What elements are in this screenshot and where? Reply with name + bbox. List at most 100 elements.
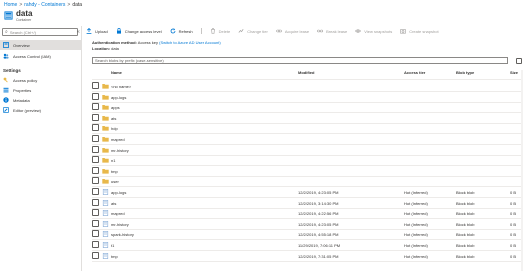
sidebar-item-metadata[interactable]: Metadata bbox=[0, 95, 81, 105]
column-modified[interactable]: Modified bbox=[298, 70, 314, 75]
view-snapshots-button[interactable]: View snapshots bbox=[355, 28, 392, 34]
create-snapshot-button[interactable]: Create snapshot bbox=[400, 28, 439, 34]
acquire-lease-button[interactable]: Acquire lease bbox=[276, 28, 309, 34]
cell-name[interactable]: spark-history bbox=[111, 232, 134, 237]
cell-name[interactable]: apps bbox=[111, 105, 120, 110]
change-tier-label: Change tier bbox=[247, 28, 268, 34]
row-checkbox[interactable] bbox=[92, 188, 99, 195]
row-checkbox[interactable] bbox=[92, 166, 99, 174]
sidebar-item-access-policy[interactable]: Access policy bbox=[0, 75, 81, 85]
table-row[interactable]: mr-history bbox=[92, 145, 523, 155]
row-checkbox[interactable] bbox=[92, 113, 99, 121]
row-checkbox[interactable] bbox=[92, 82, 99, 89]
table-row[interactable]: apps bbox=[92, 102, 523, 112]
file-icon bbox=[102, 242, 109, 248]
acquire-lease-label: Acquire lease bbox=[284, 28, 310, 34]
break-lease-button[interactable]: Break lease bbox=[317, 28, 347, 34]
breadcrumb-home[interactable]: Home bbox=[4, 2, 17, 8]
upload-icon bbox=[86, 28, 92, 34]
cell-modified: 12/2/2019, 4:55:18 PM bbox=[298, 232, 339, 238]
cell-name[interactable]: tmp bbox=[111, 169, 118, 174]
table-row[interactable]: user bbox=[92, 176, 523, 186]
cell-name[interactable]: tmp bbox=[111, 254, 118, 259]
breadcrumb: Home > rahdy - Containers > data bbox=[4, 1, 82, 9]
row-checkbox[interactable] bbox=[92, 103, 99, 111]
blob-search-input[interactable]: Search blobs by prefix (case-sensitive) bbox=[92, 57, 508, 64]
table-row[interactable]: app-logs bbox=[92, 92, 523, 102]
row-checkbox[interactable] bbox=[92, 251, 99, 259]
show-deleted-checkbox[interactable] bbox=[516, 58, 522, 64]
change-tier-button[interactable]: Change tier bbox=[238, 28, 268, 34]
table-row[interactable]: t1 11/29/2019, 7:06:11 PM Hot (Inferred) Bl… bbox=[92, 240, 523, 250]
table-row[interactable]: tmp bbox=[92, 166, 523, 176]
info-icon bbox=[3, 97, 9, 103]
row-checkbox[interactable] bbox=[92, 177, 99, 185]
breadcrumb-separator: > bbox=[67, 2, 71, 8]
sidebar-item-label: Metadata bbox=[13, 97, 30, 103]
column-access-tier[interactable]: Access tier bbox=[404, 70, 425, 75]
cell-name[interactable]: mr-history bbox=[111, 148, 129, 153]
table-row[interactable]: mapred bbox=[92, 134, 523, 144]
row-checkbox[interactable] bbox=[92, 92, 99, 100]
cell-name[interactable]: ats bbox=[111, 201, 116, 206]
cell-access-tier: Hot (Inferred) bbox=[404, 243, 428, 248]
cell-name[interactable]: user bbox=[111, 179, 119, 184]
cell-access-tier: Hot (Inferred) bbox=[404, 200, 428, 206]
table-row[interactable]: tmp 12/2/2019, 7:31:05 PM Hot (Inferred) Bl… bbox=[92, 251, 523, 261]
cell-name[interactable]: ats bbox=[111, 116, 116, 121]
row-checkbox[interactable] bbox=[92, 230, 99, 238]
refresh-icon bbox=[170, 28, 176, 34]
table-row[interactable]: spark-history 12/2/2019, 4:55:18 PM Hot (I… bbox=[92, 229, 523, 239]
create-snapshot-label: Create snapshot bbox=[409, 28, 439, 34]
row-checkbox[interactable] bbox=[92, 209, 99, 217]
cell-name[interactable]: hdp bbox=[111, 126, 118, 131]
cell-name[interactable]: t1 bbox=[111, 243, 114, 248]
cell-name[interactable]: n1 bbox=[111, 158, 115, 163]
sidebar-item-properties[interactable]: Properties bbox=[0, 85, 81, 95]
row-checkbox[interactable] bbox=[92, 145, 99, 153]
location-label: Location: bbox=[92, 46, 110, 51]
cell-modified: 12/2/2019, 3:14:30 PM bbox=[298, 200, 339, 206]
table-row[interactable]: ats bbox=[92, 113, 523, 123]
delete-button[interactable]: Delete bbox=[210, 28, 230, 34]
sidebar-item-access-control[interactable]: Access Control (IAM) bbox=[0, 51, 81, 61]
table-row[interactable]: mr-history 12/2/2019, 4:23:05 PM Hot (Infe… bbox=[92, 219, 523, 229]
row-checkbox[interactable] bbox=[92, 219, 99, 227]
tier-icon bbox=[238, 29, 244, 33]
breadcrumb-containers[interactable]: rahdy - Containers bbox=[24, 2, 65, 8]
sidebar-search-input[interactable]: ⌕ Search (Ctrl+/) bbox=[2, 28, 78, 36]
cell-size: 0 B bbox=[510, 221, 517, 227]
table-row[interactable]: hdp bbox=[92, 123, 523, 133]
row-checkbox[interactable] bbox=[92, 198, 99, 206]
sidebar-item-overview[interactable]: Overview bbox=[0, 40, 81, 50]
switch-auth-link[interactable]: (Switch to Azure AD User Account) bbox=[159, 40, 221, 45]
row-checkbox[interactable] bbox=[92, 135, 99, 142]
refresh-button[interactable]: Refresh bbox=[170, 28, 193, 34]
row-checkbox[interactable] bbox=[92, 156, 99, 164]
column-size[interactable]: Size bbox=[510, 70, 518, 75]
table-row[interactable]: app-logs 12/2/2019, 4:23:05 PM Hot (Inferr… bbox=[92, 187, 523, 197]
cell-name[interactable]: app-logs bbox=[111, 95, 126, 100]
column-name[interactable]: Name bbox=[111, 70, 122, 75]
table-row[interactable]: ats 12/2/2019, 3:14:30 PM Hot (Inferred) Bl… bbox=[92, 198, 523, 208]
table-row[interactable]: <no name> bbox=[92, 81, 523, 91]
cell-name[interactable]: app-logs bbox=[111, 190, 126, 195]
cell-name[interactable]: mr-history bbox=[111, 222, 129, 227]
link-icon bbox=[276, 29, 282, 33]
row-checkbox[interactable] bbox=[92, 241, 99, 248]
row-checkbox[interactable] bbox=[92, 124, 99, 132]
table-row[interactable]: mapred 12/2/2019, 4:22:56 PM Hot (Inferred… bbox=[92, 208, 523, 218]
cell-access-tier: Hot (Inferred) bbox=[404, 221, 428, 227]
table-row[interactable]: n1 bbox=[92, 155, 523, 165]
folder-icon bbox=[102, 179, 109, 184]
column-blob-type[interactable]: Blob type bbox=[456, 70, 474, 75]
sidebar-item-editor[interactable]: Editor (preview) bbox=[0, 105, 81, 115]
upload-button[interactable]: Upload bbox=[86, 28, 108, 34]
cell-name[interactable]: <no name> bbox=[111, 84, 131, 89]
cell-name[interactable]: mapred bbox=[111, 137, 125, 142]
change-access-level-button[interactable]: Change access level bbox=[116, 28, 162, 34]
edit-icon bbox=[3, 107, 9, 113]
collapse-sidebar-icon[interactable]: « bbox=[77, 29, 80, 35]
eye-icon bbox=[355, 29, 362, 33]
cell-name[interactable]: mapred bbox=[111, 211, 125, 216]
